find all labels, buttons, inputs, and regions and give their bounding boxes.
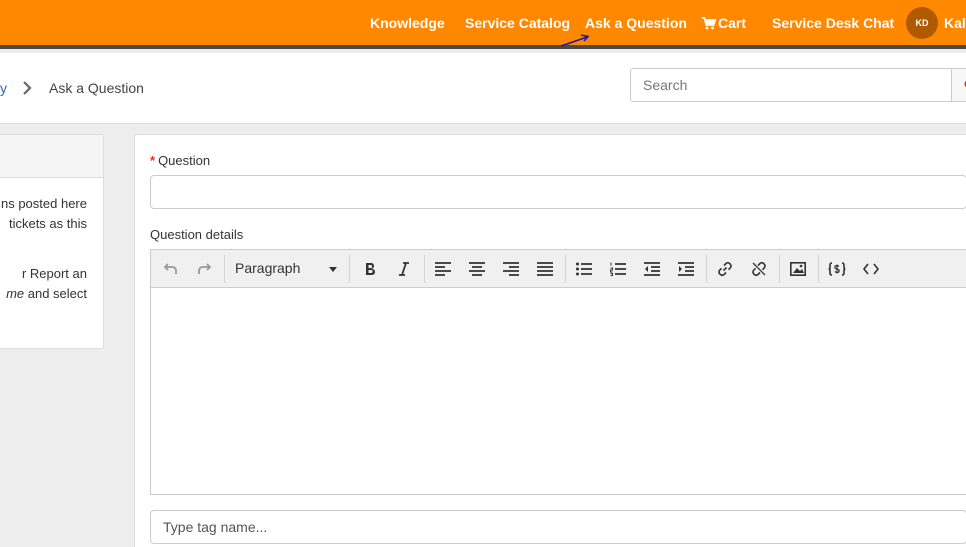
- search-input[interactable]: [630, 68, 952, 102]
- nav-cart[interactable]: Cart: [702, 15, 746, 31]
- align-center-icon: [469, 262, 485, 276]
- info-text-line: me and select: [6, 286, 87, 301]
- annotation-arrow-icon: [560, 34, 590, 47]
- redo-icon: [198, 263, 211, 274]
- tag-input[interactable]: [150, 510, 966, 544]
- cart-icon: [702, 17, 716, 30]
- link-icon: [718, 261, 732, 277]
- indent-button[interactable]: [675, 260, 697, 278]
- code-sample-icon: [828, 262, 846, 276]
- editor-toolbar: Paragraph: [151, 250, 966, 288]
- bullet-list-icon: [576, 262, 592, 276]
- code-sample-button[interactable]: [826, 260, 848, 278]
- toolbar-divider: [424, 255, 425, 283]
- question-label: * Question: [150, 153, 210, 168]
- toolbar-divider: [565, 255, 566, 283]
- nav-cart-label: Cart: [718, 15, 747, 31]
- align-right-icon: [503, 262, 519, 276]
- redo-button[interactable]: [193, 260, 215, 278]
- info-panel: ns posted here tickets as this r Report …: [0, 134, 104, 349]
- align-right-button[interactable]: [500, 260, 522, 278]
- info-text-line: ns posted here: [0, 196, 87, 211]
- user-name[interactable]: Kali: [944, 15, 966, 31]
- numbered-list-button[interactable]: [607, 260, 629, 278]
- bold-button[interactable]: [359, 260, 381, 278]
- unlink-icon: [752, 261, 766, 277]
- avatar[interactable]: KD: [906, 7, 938, 39]
- italic-button[interactable]: [393, 260, 415, 278]
- align-left-icon: [435, 262, 451, 276]
- info-text-line: r Report an: [21, 266, 87, 281]
- bullet-list-button[interactable]: [573, 260, 595, 278]
- indent-icon: [678, 262, 694, 276]
- source-code-icon: [863, 263, 879, 275]
- rich-text-editor: Paragraph: [150, 249, 966, 495]
- italic-icon: [399, 262, 409, 276]
- question-input[interactable]: [150, 175, 966, 209]
- toolbar-divider: [779, 255, 780, 283]
- sub-header: y Ask a Question: [0, 53, 966, 124]
- breadcrumb-current: Ask a Question: [49, 80, 144, 96]
- link-button[interactable]: [714, 260, 736, 278]
- bold-icon: [366, 263, 375, 275]
- nav-ask-question[interactable]: Ask a Question: [585, 15, 687, 31]
- search-button[interactable]: [951, 68, 966, 102]
- nav-service-catalog[interactable]: Service Catalog: [465, 15, 570, 31]
- question-form: * Question Question details Paragraph: [134, 134, 966, 547]
- paragraph-select[interactable]: Paragraph: [235, 260, 300, 276]
- toolbar-divider: [818, 255, 819, 283]
- outdent-button[interactable]: [641, 260, 663, 278]
- question-label-text: Question: [158, 153, 211, 168]
- chevron-right-icon: [23, 81, 32, 95]
- align-justify-button[interactable]: [534, 260, 556, 278]
- image-button[interactable]: [787, 260, 809, 278]
- info-panel-header: [0, 135, 103, 178]
- breadcrumb-previous[interactable]: y: [0, 80, 7, 96]
- toolbar-divider: [224, 255, 225, 283]
- outdent-icon: [644, 262, 660, 276]
- info-text-line: tickets as this: [8, 216, 87, 231]
- top-navbar: Knowledge Service Catalog Ask a Question…: [0, 0, 966, 49]
- toolbar-divider: [349, 255, 350, 283]
- info-text-italic: me: [6, 286, 25, 301]
- toolbar-divider: [706, 255, 707, 283]
- chevron-down-icon: [329, 267, 337, 272]
- question-details-label: Question details: [150, 227, 244, 242]
- numbered-list-icon: [610, 262, 626, 276]
- align-left-button[interactable]: [432, 260, 454, 278]
- editor-content-area[interactable]: [151, 288, 966, 494]
- nav-knowledge[interactable]: Knowledge: [370, 15, 445, 31]
- required-marker: *: [150, 153, 156, 168]
- undo-button[interactable]: [160, 260, 182, 278]
- undo-icon: [164, 263, 177, 274]
- align-center-button[interactable]: [466, 260, 488, 278]
- align-justify-icon: [537, 262, 553, 276]
- image-icon: [790, 262, 806, 276]
- unlink-button[interactable]: [748, 260, 770, 278]
- nav-service-desk-chat[interactable]: Service Desk Chat: [772, 15, 894, 31]
- source-code-button[interactable]: [860, 260, 882, 278]
